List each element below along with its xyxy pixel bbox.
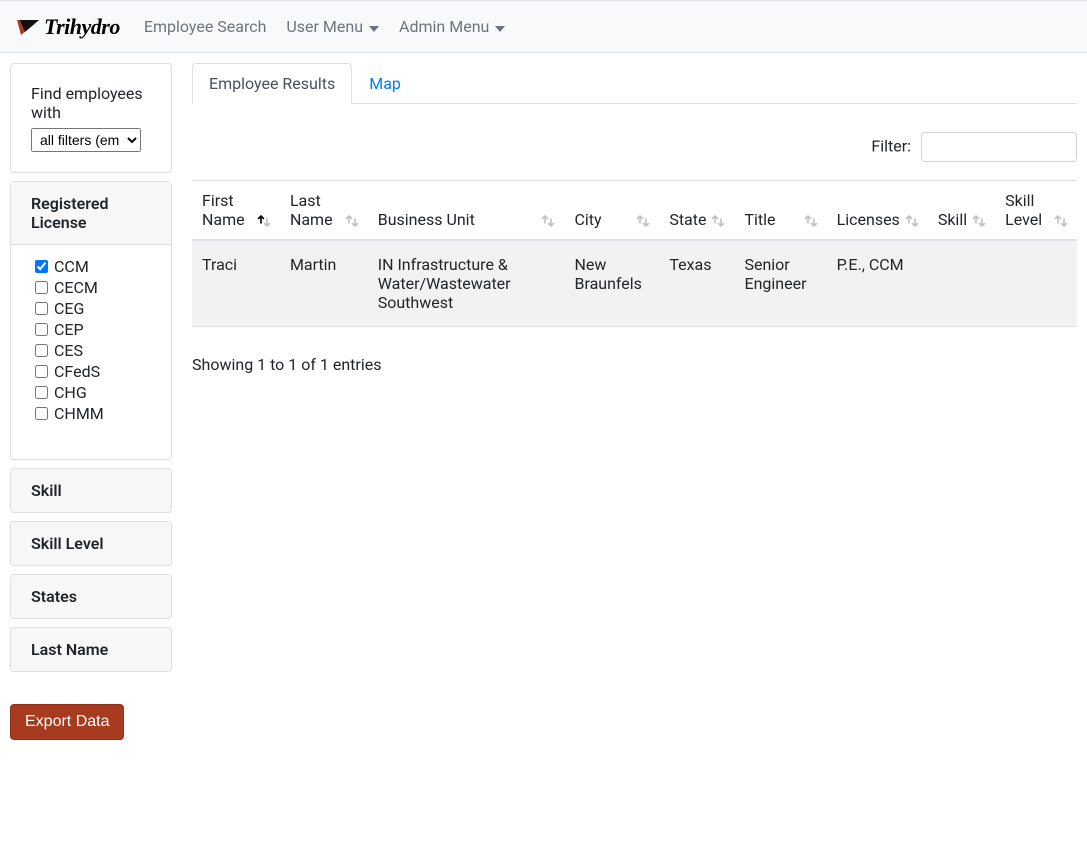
- table-cell: [928, 240, 995, 327]
- license-label: CEG: [54, 299, 84, 318]
- page-body: Find employees with all filters (employe…: [0, 53, 1087, 750]
- registered-license-header[interactable]: Registered License: [11, 182, 171, 245]
- license-checkbox[interactable]: [35, 386, 48, 399]
- license-checkbox[interactable]: [35, 281, 48, 294]
- license-checkbox[interactable]: [35, 344, 48, 357]
- nav-label: Employee Search: [144, 17, 267, 36]
- find-employees-select[interactable]: all filters (employee match): [31, 128, 141, 152]
- table-cell: Martin: [280, 240, 368, 327]
- license-checkbox[interactable]: [35, 260, 48, 273]
- table-cell: IN Infrastructure & Water/Wastewater Sou…: [368, 240, 565, 327]
- license-option[interactable]: CHMM: [31, 404, 163, 423]
- license-label: CEP: [54, 320, 84, 339]
- table-cell: [995, 240, 1077, 327]
- license-checkbox[interactable]: [35, 365, 48, 378]
- column-label: Skill: [938, 210, 967, 229]
- last-name-header[interactable]: Last Name: [11, 628, 171, 671]
- license-option[interactable]: CECM: [31, 278, 163, 297]
- main-content: Employee Results Map Filter: First Name L…: [192, 63, 1077, 374]
- sort-icon: [710, 213, 726, 229]
- sort-icon: [904, 213, 920, 229]
- sort-icon: [1053, 213, 1069, 229]
- registered-license-panel: Registered License CCM CECM CEG CEP CES CFedS…: [10, 181, 172, 460]
- column-label: First Name: [202, 191, 252, 229]
- export-data-button[interactable]: Export Data: [10, 704, 124, 740]
- skill-panel: Skill: [10, 468, 172, 513]
- column-header[interactable]: Skill Level: [995, 181, 1077, 241]
- tab-map[interactable]: Map: [352, 63, 418, 104]
- states-panel: States: [10, 574, 172, 619]
- states-header[interactable]: States: [11, 575, 171, 618]
- license-option[interactable]: CEG: [31, 299, 163, 318]
- license-label: CHG: [54, 383, 87, 402]
- nav-label: Admin Menu: [399, 17, 489, 36]
- column-header[interactable]: Skill: [928, 181, 995, 241]
- tab-employee-results[interactable]: Employee Results: [192, 63, 352, 104]
- column-header[interactable]: Title: [734, 181, 826, 241]
- license-option[interactable]: CES: [31, 341, 163, 360]
- column-label: Last Name: [290, 191, 340, 229]
- filter-input[interactable]: [921, 132, 1077, 162]
- last-name-panel: Last Name: [10, 627, 172, 672]
- nav-label: User Menu: [286, 17, 363, 36]
- brand-logo-icon: [16, 17, 40, 37]
- table-cell: Senior Engineer: [734, 240, 826, 327]
- employee-table: First Name Last Name Business Unit City Stat…: [192, 180, 1077, 327]
- sort-icon: [540, 213, 556, 229]
- column-label: City: [574, 210, 601, 229]
- nav-user-menu[interactable]: User Menu: [278, 9, 387, 44]
- column-label: Licenses: [837, 210, 900, 229]
- skill-level-header[interactable]: Skill Level: [11, 522, 171, 565]
- find-employees-label: Find employees with: [31, 84, 151, 122]
- column-header[interactable]: Business Unit: [368, 181, 565, 241]
- license-option[interactable]: CEP: [31, 320, 163, 339]
- skill-level-panel: Skill Level: [10, 521, 172, 566]
- tabs: Employee Results Map: [192, 63, 1077, 104]
- find-employees-card: Find employees with all filters (employe…: [10, 63, 172, 173]
- license-label: CFedS: [54, 362, 100, 381]
- license-checklist[interactable]: CCM CECM CEG CEP CES CFedS CHG CHMM: [31, 257, 163, 447]
- nav-admin-menu[interactable]: Admin Menu: [391, 9, 513, 44]
- table-cell: Texas: [659, 240, 734, 327]
- sort-icon: [971, 213, 987, 229]
- column-label: Skill Level: [1005, 191, 1049, 229]
- license-label: CECM: [54, 278, 98, 297]
- column-header[interactable]: City: [564, 181, 659, 241]
- brand-text: Trihydro: [44, 14, 120, 40]
- license-option[interactable]: CFedS: [31, 362, 163, 381]
- table-row[interactable]: TraciMartinIN Infrastructure & Water/Was…: [192, 240, 1077, 327]
- license-label: CCM: [54, 257, 89, 276]
- table-filter: Filter:: [192, 104, 1077, 180]
- license-checkbox[interactable]: [35, 302, 48, 315]
- sort-icon: [256, 213, 272, 229]
- navbar: Trihydro Employee Search User Menu Admin…: [0, 0, 1087, 53]
- sidebar: Find employees with all filters (employe…: [10, 63, 172, 740]
- column-header[interactable]: State: [659, 181, 734, 241]
- caret-down-icon: [369, 17, 379, 36]
- column-header[interactable]: Licenses: [827, 181, 928, 241]
- license-option[interactable]: CCM: [31, 257, 163, 276]
- sort-icon: [344, 213, 360, 229]
- column-label: State: [669, 210, 706, 229]
- column-header[interactable]: First Name: [192, 181, 280, 241]
- nav-employee-search[interactable]: Employee Search: [136, 9, 275, 44]
- license-checkbox[interactable]: [35, 323, 48, 336]
- table-info: Showing 1 to 1 of 1 entries: [192, 327, 1077, 374]
- skill-header[interactable]: Skill: [11, 469, 171, 512]
- table-cell: New Braunfels: [564, 240, 659, 327]
- table-cell: Traci: [192, 240, 280, 327]
- brand-link[interactable]: Trihydro: [16, 14, 120, 40]
- sort-icon: [803, 213, 819, 229]
- filter-label: Filter:: [871, 137, 911, 156]
- caret-down-icon: [495, 17, 505, 36]
- column-label: Business Unit: [378, 210, 475, 229]
- license-checkbox[interactable]: [35, 407, 48, 420]
- table-cell: P.E., CCM: [827, 240, 928, 327]
- license-label: CES: [54, 341, 83, 360]
- sort-icon: [635, 213, 651, 229]
- license-label: CHMM: [54, 404, 104, 423]
- column-header[interactable]: Last Name: [280, 181, 368, 241]
- column-label: Title: [744, 210, 775, 229]
- license-option[interactable]: CHG: [31, 383, 163, 402]
